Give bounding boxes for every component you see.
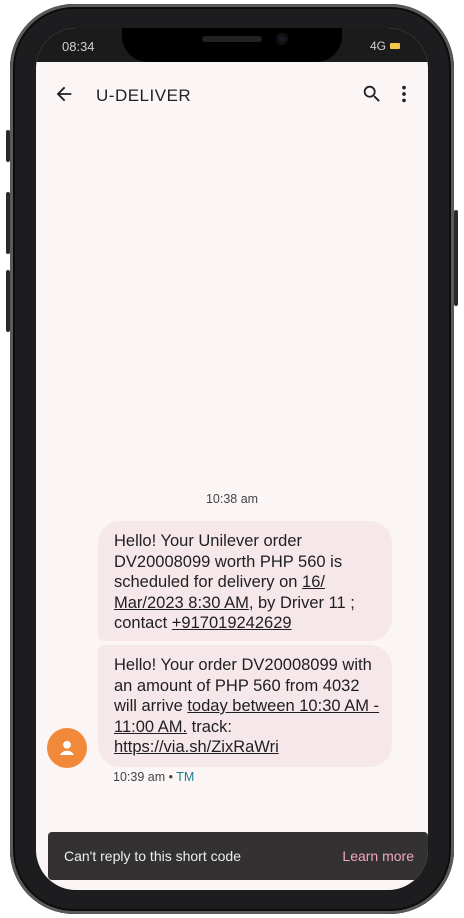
more-options-button[interactable]: [386, 76, 422, 112]
message-meta: 10:39 am • TM: [113, 770, 194, 784]
speaker-grille: [202, 36, 262, 42]
message-bubble[interactable]: Hello! Your order DV20008099 with an amo…: [98, 645, 392, 767]
search-button[interactable]: [354, 76, 390, 112]
notch: [122, 28, 342, 62]
person-icon: [59, 740, 75, 756]
more-vertical-icon: [402, 85, 406, 103]
message-bubble[interactable]: Hello! Your Unilever order DV20008099 wo…: [98, 521, 392, 641]
snackbar-message: Can't reply to this short code: [64, 848, 241, 864]
battery-icon: [390, 43, 400, 49]
app-bar: U-DELIVER: [36, 72, 428, 116]
phone-side-button: [6, 130, 10, 162]
screen: 08:34 4G U-DELIVER 10:38 am Hello! Your …: [36, 28, 428, 890]
back-button[interactable]: [46, 76, 82, 112]
search-icon: [363, 85, 380, 102]
tracking-link[interactable]: https://via.sh/ZixRaWri: [114, 738, 279, 756]
network-label: 4G: [369, 39, 386, 53]
arrow-left-icon: [56, 86, 72, 102]
snackbar: Can't reply to this short code Learn mor…: [48, 832, 428, 880]
meta-separator: •: [165, 770, 177, 784]
phone-volume-down-button: [6, 270, 10, 332]
status-time: 08:34: [62, 39, 95, 54]
phone-volume-up-button: [6, 192, 10, 254]
camera-icon: [276, 33, 288, 45]
sender-avatar[interactable]: [47, 728, 87, 768]
phone-power-button: [454, 210, 458, 306]
status-indicators: 4G: [370, 39, 400, 53]
message-time: 10:39 am: [113, 770, 166, 784]
learn-more-button[interactable]: Learn more: [342, 848, 414, 864]
phone-link[interactable]: +917019242629: [172, 614, 292, 632]
sim-label: TM: [176, 770, 195, 784]
conversation-title: U-DELIVER: [96, 86, 192, 105]
conversation-timestamp: 10:38 am: [205, 492, 259, 506]
message-text: track:: [187, 717, 233, 736]
